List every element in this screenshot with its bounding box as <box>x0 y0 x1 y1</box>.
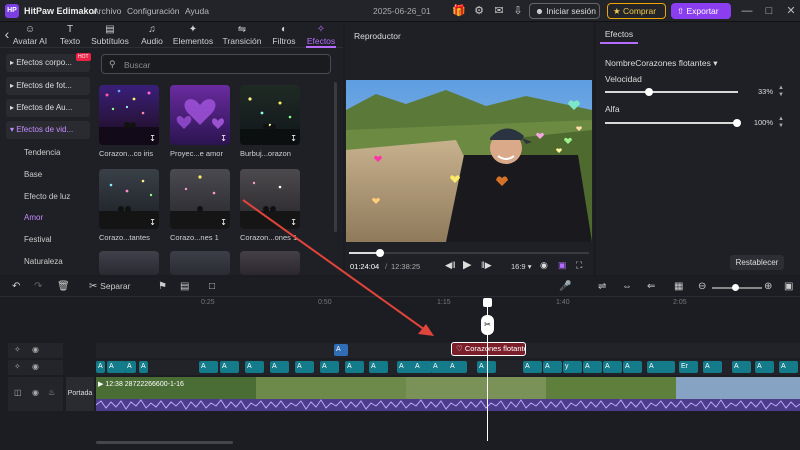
arrow-line <box>242 199 426 331</box>
annotation-arrow <box>242 199 434 336</box>
app-window: HP HitPaw Edimakor Archivo Configuración… <box>0 0 800 450</box>
